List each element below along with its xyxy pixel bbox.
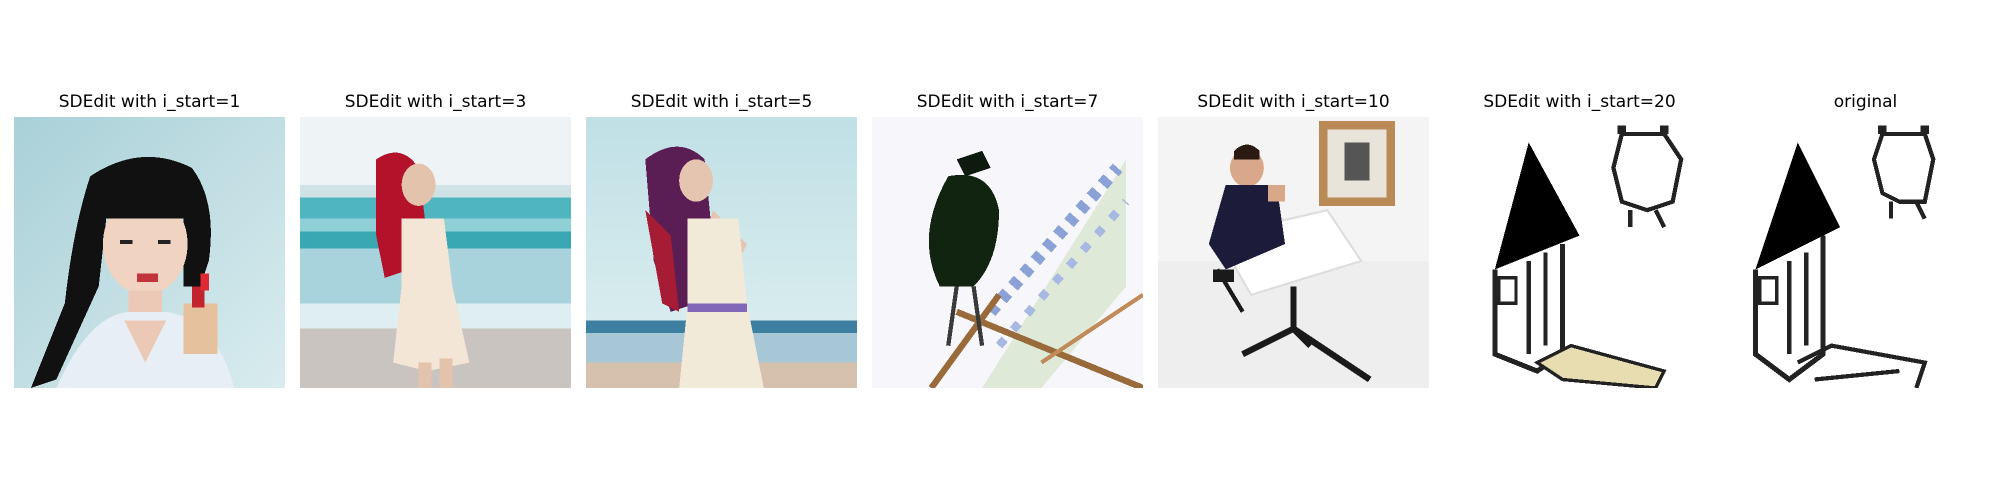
panel-title: SDEdit with i_start=3 <box>344 92 527 112</box>
panel-i-start-5: SDEdit with i_start=5 <box>586 92 857 388</box>
panel-title: SDEdit with i_start=7 <box>916 92 1099 112</box>
house-sketch-with-color <box>1444 117 1715 388</box>
panel-title: original <box>1833 92 1898 112</box>
panel-title: SDEdit with i_start=1 <box>58 92 241 112</box>
woman-on-beach-photo <box>300 117 571 388</box>
panel-i-start-1: SDEdit with i_start=1 <box>14 92 285 388</box>
sdedit-comparison-figure: SDEdit with i_start=1 SDEdit with i_star… <box>0 0 2000 500</box>
panel-title: SDEdit with i_start=10 <box>1197 92 1390 112</box>
panel-i-start-10: SDEdit with i_start=10 <box>1158 92 1429 388</box>
woman-posing-on-beach-photo <box>586 117 857 388</box>
woman-holding-lipstick-photo <box>14 117 285 388</box>
black-bird-on-structure-image <box>872 117 1143 388</box>
panel-title: SDEdit with i_start=5 <box>630 92 813 112</box>
panel-title: SDEdit with i_start=20 <box>1483 92 1676 112</box>
panel-original: original <box>1730 92 2000 388</box>
panel-i-start-20: SDEdit with i_start=20 <box>1444 92 1715 388</box>
panel-i-start-3: SDEdit with i_start=3 <box>300 92 571 388</box>
man-sitting-at-table-image <box>1158 117 1429 388</box>
house-line-drawing <box>1730 117 2000 388</box>
panel-i-start-7: SDEdit with i_start=7 <box>872 92 1143 388</box>
